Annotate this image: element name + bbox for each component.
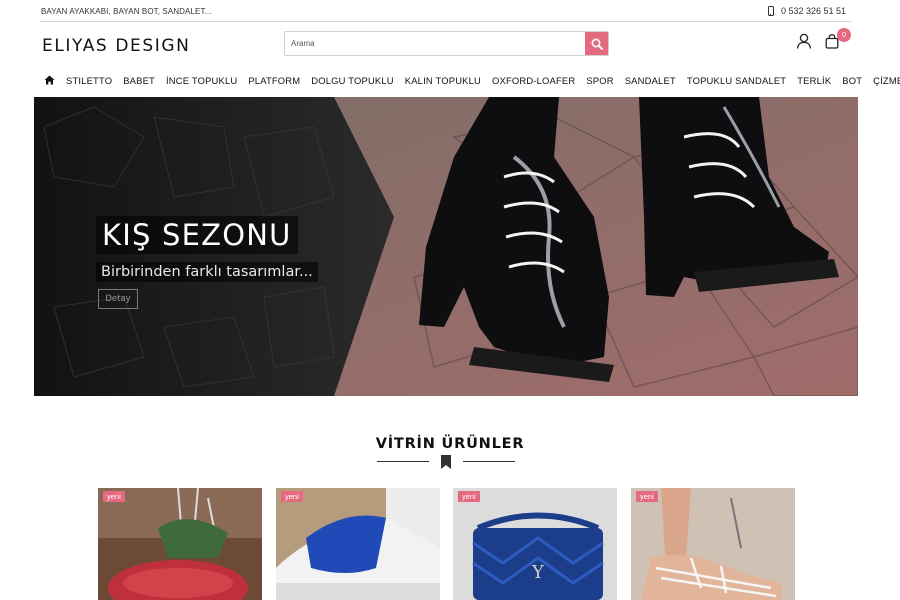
svg-text:Y: Y — [531, 562, 545, 583]
hero-detail-button[interactable]: Detay — [98, 289, 138, 309]
new-badge: yeni — [458, 491, 480, 502]
nav-home[interactable] — [44, 75, 55, 85]
phone-icon — [767, 6, 774, 16]
search-button[interactable] — [585, 32, 608, 55]
cart-button[interactable]: 0 — [825, 28, 851, 49]
phone-contact[interactable]: 0 532 326 51 51 — [767, 6, 846, 16]
nav-item-ince-topuklu[interactable]: İNCE TOPUKLU — [166, 75, 237, 86]
product-image — [98, 488, 262, 600]
nav-item-topuklu-sandalet[interactable]: TOPUKLU SANDALET — [687, 75, 786, 86]
product-card[interactable]: yeni — [631, 488, 795, 600]
search-bar — [284, 31, 609, 56]
cart-count-badge: 0 — [837, 28, 851, 42]
hero-slider[interactable]: KIŞ SEZONU Birbirinden farklı tasarımlar… — [34, 97, 858, 396]
new-badge: yeni — [103, 491, 125, 502]
nav-item-dolgu-topuklu[interactable]: DOLGU TOPUKLU — [311, 75, 393, 86]
phone-number[interactable]: 0 532 326 51 51 — [781, 6, 846, 16]
nav-item-sandalet[interactable]: SANDALET — [625, 75, 676, 86]
nav-item-cizme[interactable]: ÇİZME — [873, 75, 900, 86]
nav-item-bot[interactable]: BOT — [842, 75, 862, 86]
product-card[interactable]: yeni — [98, 488, 262, 600]
nav-item-terlik[interactable]: TERLİK — [797, 75, 831, 86]
section-title: VİTRİN ÜRÜNLER — [375, 436, 525, 452]
product-card[interactable]: yeni — [276, 488, 440, 600]
nav-item-spor[interactable]: SPOR — [586, 75, 613, 86]
home-icon — [44, 75, 55, 85]
product-image — [276, 488, 440, 600]
new-badge: yeni — [281, 491, 303, 502]
nav-item-stiletto[interactable]: STILETTO — [66, 75, 112, 86]
nav-item-babet[interactable]: BABET — [123, 75, 155, 86]
main-nav: STILETTO BABET İNCE TOPUKLU PLATFORM DOL… — [44, 71, 900, 89]
product-image — [631, 488, 795, 600]
nav-item-kalin-topuklu[interactable]: KALIN TOPUKLU — [405, 75, 481, 86]
title-divider-left — [377, 461, 429, 462]
search-icon — [591, 38, 603, 50]
user-icon — [796, 33, 812, 49]
account-button[interactable] — [796, 33, 812, 49]
site-logo[interactable]: ELIYAS DESIGN — [42, 36, 190, 56]
nav-item-platform[interactable]: PLATFORM — [248, 75, 300, 86]
product-card[interactable]: Y yeni — [453, 488, 617, 600]
header-icons: 0 — [796, 28, 851, 49]
product-image: Y — [453, 488, 617, 600]
hero-title: KIŞ SEZONU — [96, 216, 298, 254]
bookmark-icon — [441, 455, 451, 469]
top-bar: BAYAN AYAKKABI, BAYAN BOT, SANDALET... 0… — [40, 0, 852, 22]
site-slogan: BAYAN AYAKKABI, BAYAN BOT, SANDALET... — [41, 7, 212, 16]
search-input[interactable] — [285, 32, 585, 55]
nav-item-oxford-loafer[interactable]: OXFORD-LOAFER — [492, 75, 575, 86]
hero-subtitle: Birbirinden farklı tasarımlar... — [96, 262, 318, 282]
new-badge: yeni — [636, 491, 658, 502]
title-divider-right — [463, 461, 515, 462]
